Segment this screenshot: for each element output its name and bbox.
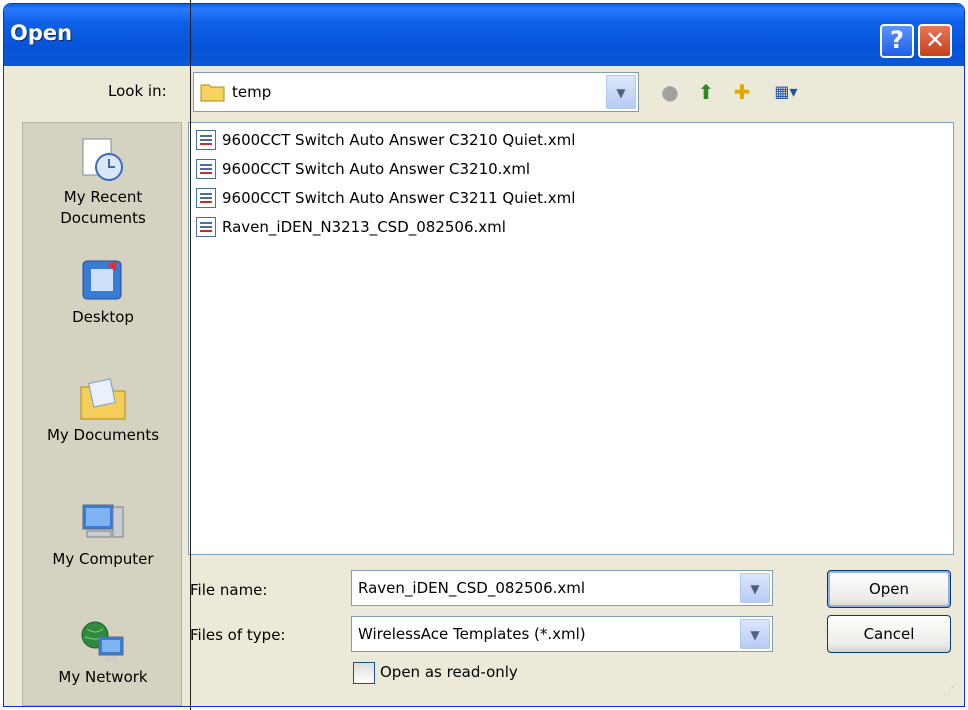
my-network-icon	[81, 621, 124, 661]
my-documents-icon	[80, 378, 126, 420]
place-label: My Recent Documents	[60, 188, 146, 227]
look-in-value: temp	[232, 83, 272, 101]
resize-grip-icon[interactable]: ⋰	[944, 686, 958, 700]
look-in-combo[interactable]: temp ▼	[193, 72, 639, 112]
xml-file-icon	[196, 130, 216, 150]
places-bar: My Recent Documents Desktop My Documents	[22, 122, 182, 706]
file-name-combo[interactable]: Raven_iDEN_CSD_082506.xml ▼	[351, 570, 773, 606]
open-button[interactable]: Open	[827, 570, 951, 608]
chevron-down-icon[interactable]: ▼	[740, 619, 770, 649]
file-item[interactable]: 9600CCT Switch Auto Answer C3210.xml	[196, 156, 530, 182]
recent-documents-icon	[82, 138, 123, 181]
xml-file-icon	[196, 188, 216, 208]
dialog-title: Open	[10, 21, 73, 45]
file-name: 9600CCT Switch Auto Answer C3210 Quiet.x…	[222, 131, 576, 149]
place-label: My Documents	[46, 426, 160, 444]
back-icon[interactable]: ●	[656, 78, 684, 106]
views-menu-icon[interactable]: ▦▾	[766, 78, 806, 106]
file-item[interactable]: 9600CCT Switch Auto Answer C3211 Quiet.x…	[196, 185, 575, 211]
file-name-input[interactable]: Raven_iDEN_CSD_082506.xml	[358, 579, 585, 597]
new-folder-icon[interactable]: ✚	[728, 78, 756, 106]
read-only-label[interactable]: Open as read-only	[380, 663, 518, 681]
xml-file-icon	[196, 159, 216, 179]
place-label: Desktop	[72, 308, 134, 326]
xml-file-icon	[196, 217, 216, 237]
close-button[interactable]: ✕	[918, 24, 952, 58]
file-name: 9600CCT Switch Auto Answer C3211 Quiet.x…	[222, 189, 576, 207]
vertical-guide-line	[190, 0, 191, 710]
place-my-computer[interactable]: My Computer	[23, 497, 183, 570]
place-recent-documents[interactable]: My Recent Documents	[23, 135, 183, 229]
my-computer-icon	[82, 504, 124, 538]
file-name: 9600CCT Switch Auto Answer C3210.xml	[222, 160, 531, 178]
desktop-icon	[82, 260, 122, 300]
look-in-label: Look in:	[108, 82, 167, 100]
file-name: Raven_iDEN_N3213_CSD_082506.xml	[222, 218, 506, 236]
cancel-button[interactable]: Cancel	[827, 615, 951, 653]
file-type-label: Files of type:	[190, 626, 286, 644]
place-my-network[interactable]: My Network	[23, 615, 183, 688]
file-name-label: File name:	[190, 581, 268, 599]
file-item[interactable]: Raven_iDEN_N3213_CSD_082506.xml	[196, 214, 506, 240]
chevron-down-icon[interactable]: ▼	[740, 573, 770, 603]
read-only-checkbox[interactable]	[353, 662, 375, 684]
file-type-combo[interactable]: WirelessAce Templates (*.xml) ▼	[351, 616, 773, 652]
help-button[interactable]: ?	[880, 24, 914, 58]
folder-icon	[200, 84, 225, 102]
place-label: My Network	[58, 668, 148, 686]
file-list[interactable]: 9600CCT Switch Auto Answer C3210 Quiet.x…	[188, 122, 954, 555]
open-dialog: Open ? ✕ Look in: temp ▼ ● ⬆ ✚ ▦▾ My Rec…	[3, 3, 965, 707]
place-desktop[interactable]: Desktop	[23, 255, 183, 328]
file-type-value: WirelessAce Templates (*.xml)	[358, 625, 586, 643]
title-bar[interactable]: Open ? ✕	[4, 4, 964, 66]
chevron-down-icon[interactable]: ▼	[606, 75, 636, 109]
up-folder-icon[interactable]: ⬆	[692, 78, 720, 106]
place-label: My Computer	[52, 550, 154, 568]
place-my-documents[interactable]: My Documents	[23, 373, 183, 446]
file-item[interactable]: 9600CCT Switch Auto Answer C3210 Quiet.x…	[196, 127, 575, 153]
